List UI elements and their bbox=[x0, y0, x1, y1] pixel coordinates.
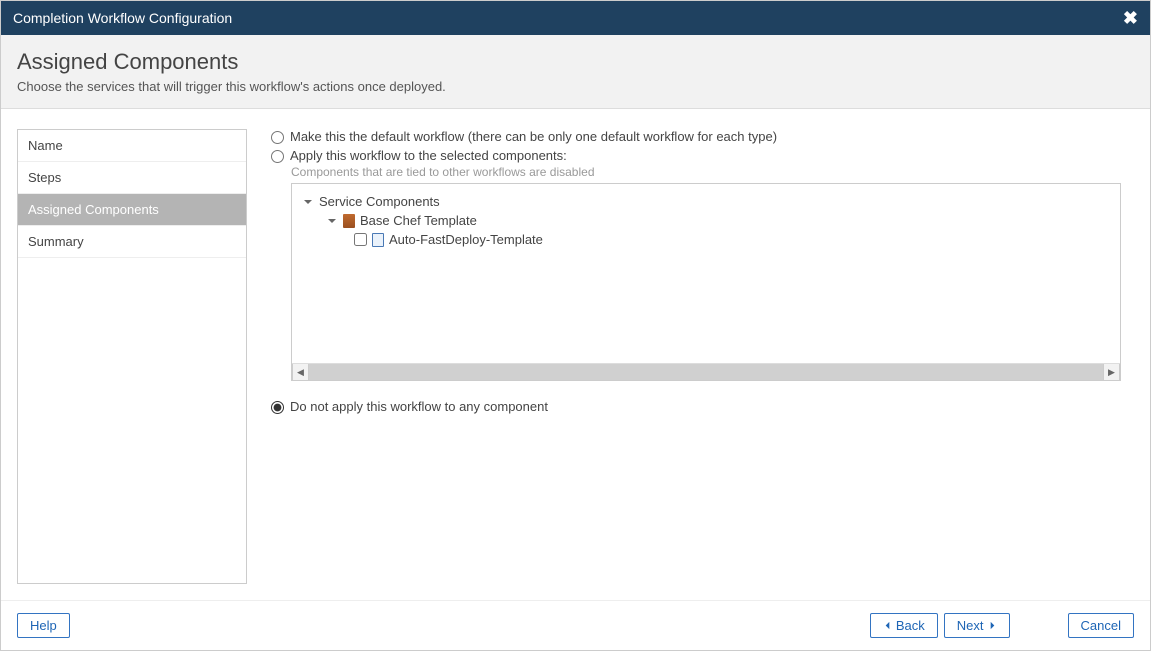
radio-none[interactable] bbox=[271, 401, 284, 414]
header: Assigned Components Choose the services … bbox=[1, 35, 1150, 109]
sidebar-item-label: Name bbox=[28, 138, 63, 153]
apply-hint: Components that are tied to other workfl… bbox=[291, 165, 1134, 179]
sidebar-item-name[interactable]: Name bbox=[18, 130, 246, 162]
tree-group-row[interactable]: Base Chef Template bbox=[302, 211, 1110, 230]
sidebar-item-label: Summary bbox=[28, 234, 84, 249]
footer-right: Back Next Cancel bbox=[870, 613, 1134, 638]
tree-group-label: Base Chef Template bbox=[360, 213, 477, 228]
scroll-left-arrow[interactable]: ◀ bbox=[292, 364, 309, 380]
book-icon bbox=[343, 214, 355, 228]
document-icon bbox=[372, 233, 384, 247]
radio-none-label: Do not apply this workflow to any compon… bbox=[290, 399, 548, 414]
chevron-down-icon[interactable] bbox=[302, 197, 314, 207]
chevron-left-icon bbox=[883, 618, 892, 633]
component-tree: Service Components Base Chef Template Au… bbox=[291, 183, 1121, 381]
help-button-label: Help bbox=[30, 618, 57, 633]
tree-leaf-checkbox[interactable] bbox=[354, 233, 367, 246]
sidebar-item-label: Assigned Components bbox=[28, 202, 159, 217]
chevron-down-icon[interactable] bbox=[326, 216, 338, 226]
tree-root-row[interactable]: Service Components bbox=[302, 192, 1110, 211]
sidebar-item-label: Steps bbox=[28, 170, 61, 185]
main-panel: Make this the default workflow (there ca… bbox=[271, 129, 1134, 600]
footer: Help Back Next Cancel bbox=[1, 600, 1150, 650]
radio-default-workflow[interactable] bbox=[271, 131, 284, 144]
scroll-right-arrow[interactable]: ▶ bbox=[1103, 364, 1120, 380]
component-tree-content: Service Components Base Chef Template Au… bbox=[292, 184, 1120, 363]
radio-apply-selected-label: Apply this workflow to the selected comp… bbox=[290, 148, 567, 163]
radio-apply-selected[interactable] bbox=[271, 150, 284, 163]
help-button[interactable]: Help bbox=[17, 613, 70, 638]
radio-none-row: Do not apply this workflow to any compon… bbox=[271, 399, 1134, 414]
radio-default-workflow-label: Make this the default workflow (there ca… bbox=[290, 129, 777, 144]
dialog-window: Completion Workflow Configuration ✖ Assi… bbox=[0, 0, 1151, 651]
next-button-label: Next bbox=[957, 618, 984, 633]
scroll-track[interactable] bbox=[309, 364, 1103, 380]
cancel-button-label: Cancel bbox=[1081, 618, 1121, 633]
back-button-label: Back bbox=[896, 618, 925, 633]
sidebar: Name Steps Assigned Components Summary bbox=[17, 129, 247, 584]
sidebar-item-assigned-components[interactable]: Assigned Components bbox=[18, 194, 246, 226]
cancel-button[interactable]: Cancel bbox=[1068, 613, 1134, 638]
back-button[interactable]: Back bbox=[870, 613, 938, 638]
chevron-right-icon bbox=[988, 618, 997, 633]
nav-buttons: Back Next bbox=[870, 613, 1010, 638]
sidebar-item-steps[interactable]: Steps bbox=[18, 162, 246, 194]
tree-leaf-label: Auto-FastDeploy-Template bbox=[389, 232, 543, 247]
next-button[interactable]: Next bbox=[944, 613, 1010, 638]
page-subtitle: Choose the services that will trigger th… bbox=[17, 79, 1134, 94]
dialog-title: Completion Workflow Configuration bbox=[13, 10, 232, 26]
body: Name Steps Assigned Components Summary M… bbox=[1, 109, 1150, 600]
page-title: Assigned Components bbox=[17, 49, 1134, 75]
tree-leaf-row[interactable]: Auto-FastDeploy-Template bbox=[302, 230, 1110, 249]
radio-default-workflow-row: Make this the default workflow (there ca… bbox=[271, 129, 1134, 144]
horizontal-scrollbar[interactable]: ◀ ▶ bbox=[292, 363, 1120, 380]
close-icon[interactable]: ✖ bbox=[1123, 8, 1138, 29]
radio-apply-selected-row: Apply this workflow to the selected comp… bbox=[271, 148, 1134, 163]
tree-root-label: Service Components bbox=[319, 194, 440, 209]
sidebar-item-summary[interactable]: Summary bbox=[18, 226, 246, 258]
titlebar: Completion Workflow Configuration ✖ bbox=[1, 1, 1150, 35]
